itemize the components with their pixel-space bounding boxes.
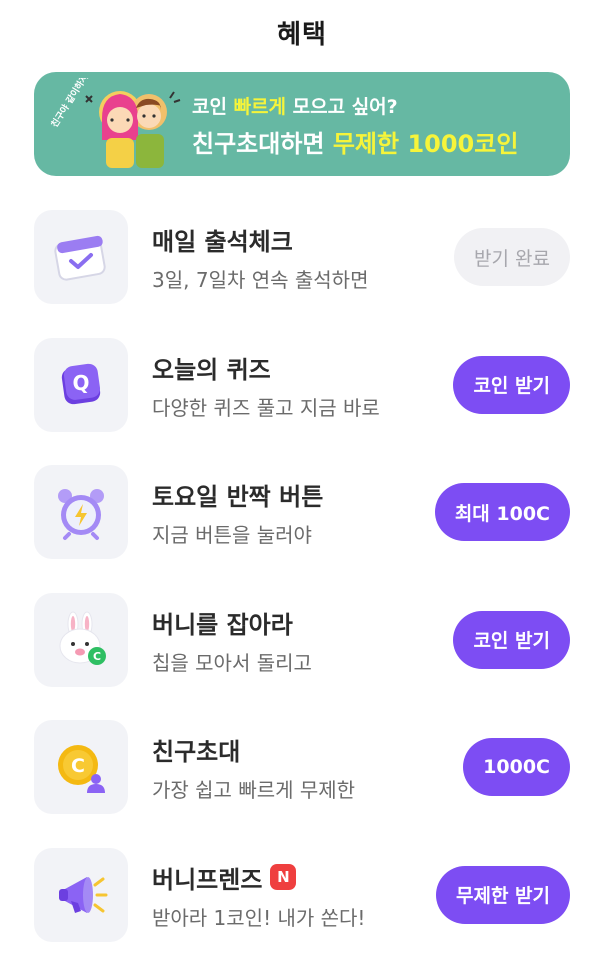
svg-text:C: C [71,755,85,777]
benefit-subtitle: 지금 버튼을 눌러야 [152,523,312,548]
quiz-q-icon: Q [34,337,128,432]
alarm-clock-bolt-icon [34,465,128,560]
benefit-title: 친구초대 [152,738,241,767]
svg-text:친구야 같이하자~: 친구야 같이하자~ [48,78,95,130]
unlimited-claim-button[interactable]: 무제한 받기 [435,865,570,924]
claimed-button[interactable]: 받기 완료 [454,228,570,286]
megaphone-icon [34,847,128,942]
banner-headline: 코인 빠르게 모으고 싶어? [192,96,398,118]
invite-banner[interactable]: 친구야 같이하자~ 코인 빠르게 모으고 싶어? 친구초대하면 무제한 1000… [34,72,570,176]
new-badge: N [270,864,297,891]
benefit-subtitle: 다양한 퀴즈 풀고 지금 바로 [152,395,380,420]
benefit-title: 매일 출석체크 [152,228,293,256]
page-header: 혜택 [0,0,604,64]
bunny-coin-icon: C [34,592,128,687]
benefit-list: 매일 출석체크 3일, 7일차 연속 출석하면 받기 완료 Q 오늘의 퀴즈 다… [0,208,604,960]
benefit-title: 버니를 잡아라 [152,610,293,639]
benefit-saturday-button[interactable]: 토요일 반짝 버튼 지금 버튼을 눌러야 최대 100C [0,463,604,591]
get-coin-button[interactable]: 코인 받기 [453,610,570,669]
friends-illustration: 친구야 같이하자~ [48,78,181,168]
page-title: 혜택 [277,19,327,50]
get-coin-button[interactable]: 코인 받기 [453,355,570,414]
benefit-title: 버니프렌즈 N [152,860,297,895]
benefit-title: 오늘의 퀴즈 [152,355,271,384]
benefit-bunny-friends[interactable]: 버니프렌즈 N 받아라 1코인! 내가 쏜다! 무제한 받기 [0,846,604,960]
benefit-catch-bunny[interactable]: C 버니를 잡아라 칩을 모아서 돌리고 코인 받기 [0,591,604,719]
benefit-quiz[interactable]: Q 오늘의 퀴즈 다양한 퀴즈 풀고 지금 바로 코인 받기 [0,336,604,464]
svg-text:C: C [93,650,101,663]
benefit-subtitle: 가장 쉽고 빠르게 무제한 [152,778,356,803]
benefit-title-text: 버니프렌즈 [152,865,263,894]
benefit-invite-friend[interactable]: C 친구초대 가장 쉽고 빠르게 무제한 1000C [0,718,604,846]
coin-friend-icon: C [34,720,128,815]
benefit-title: 토요일 반짝 버튼 [152,483,324,512]
invite-coin-button[interactable]: 1000C [463,738,570,797]
max-coin-button[interactable]: 최대 100C [434,483,570,542]
benefit-attendance[interactable]: 매일 출석체크 3일, 7일차 연속 출석하면 받기 완료 [0,208,604,336]
svg-text:Q: Q [72,371,89,395]
calendar-check-icon [34,210,128,304]
banner-subheadline: 친구초대하면 무제한 1000코인 [192,130,519,158]
friends-badge-text: 친구야 같이하자~ [48,78,95,130]
benefit-subtitle: 칩을 모아서 돌리고 [152,650,312,675]
benefit-subtitle: 3일, 7일차 연속 출석하면 [152,268,369,292]
benefit-subtitle: 받아라 1코인! 내가 쏜다! [152,905,366,930]
